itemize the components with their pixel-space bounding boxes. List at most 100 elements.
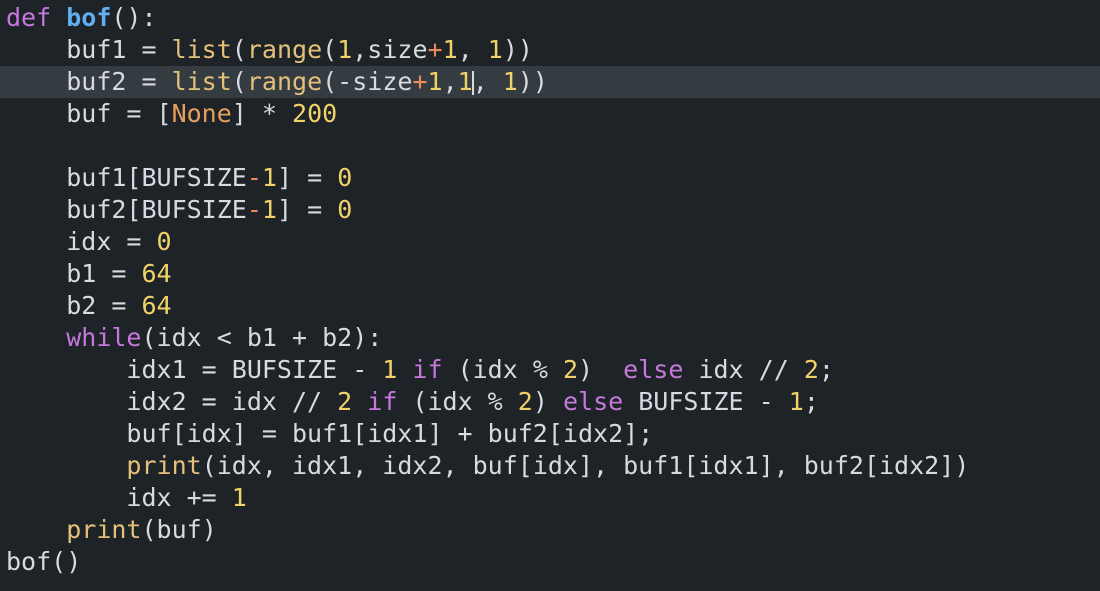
code-token: else (623, 355, 684, 384)
code-token: idx // (683, 355, 804, 384)
code-token: (buf) (141, 515, 217, 544)
code-line[interactable]: print(buf) (0, 514, 1100, 546)
code-token: (idx, idx1, idx2, buf[idx], buf1[idx1], … (201, 451, 970, 480)
code-token: + (427, 35, 443, 64)
code-line[interactable]: b1 = 64 (0, 258, 1100, 290)
code-token: if (367, 387, 398, 416)
code-token: )) (517, 67, 548, 96)
code-token: BUFSIZE - (623, 387, 789, 416)
code-token: buf2 = (66, 67, 172, 96)
code-token: buf = [ (66, 99, 172, 128)
code-token: (): (111, 3, 157, 32)
code-token: def (6, 3, 52, 32)
code-token: range (246, 67, 323, 96)
code-token: b1 = (66, 259, 142, 288)
code-line[interactable]: b2 = 64 (0, 290, 1100, 322)
code-token: buf2[BUFSIZE (66, 195, 247, 224)
code-token: range (246, 35, 323, 64)
code-token: 200 (292, 99, 338, 128)
code-token: (idx < b1 + b2): (141, 323, 383, 352)
code-token: , (457, 35, 488, 64)
code-token: 2 (517, 387, 533, 416)
code-token: 1 (457, 67, 473, 96)
code-token: idx2 = idx // (126, 387, 338, 416)
code-token: 1 (487, 35, 503, 64)
code-token: 2 (337, 387, 353, 416)
code-token: idx += (126, 483, 232, 512)
code-token: ] * (231, 99, 293, 128)
code-token: 1 (427, 67, 443, 96)
code-line[interactable]: buf = [None] * 200 (0, 98, 1100, 130)
code-token: print (66, 515, 142, 544)
code-token: )) (502, 35, 533, 64)
code-token: - (246, 195, 262, 224)
code-line[interactable]: idx1 = BUFSIZE - 1 if (idx % 2) else idx… (0, 354, 1100, 386)
code-line[interactable]: buf2[BUFSIZE-1] = 0 (0, 194, 1100, 226)
code-line[interactable]: buf[idx] = buf1[idx1] + buf2[idx2]; (0, 418, 1100, 450)
code-token: , (472, 67, 503, 96)
code-token: bof() (6, 547, 82, 576)
code-token: - (246, 163, 262, 192)
code-token: ( (231, 35, 247, 64)
code-token: (-size (322, 67, 413, 96)
code-line[interactable]: def bof(): (0, 2, 1100, 34)
code-token: bof (66, 3, 112, 32)
code-token: buf[idx] = buf1[idx1] + buf2[idx2]; (126, 419, 654, 448)
code-token: print (126, 451, 202, 480)
code-line[interactable]: buf1[BUFSIZE-1] = 0 (0, 162, 1100, 194)
code-token: list (171, 35, 232, 64)
code-token: else (562, 387, 624, 416)
code-token: 1 (382, 355, 398, 384)
code-line[interactable]: buf1 = list(range(1,size+1, 1)) (0, 34, 1100, 66)
code-token: ] = (276, 195, 338, 224)
code-token: None (171, 99, 232, 128)
code-token: ( (231, 67, 247, 96)
code-line[interactable]: while(idx < b1 + b2): (0, 322, 1100, 354)
code-token: buf1[BUFSIZE (66, 163, 247, 192)
code-token: 1 (231, 483, 247, 512)
code-token: idx1 = BUFSIZE - (126, 355, 383, 384)
code-token: 1 (261, 163, 277, 192)
code-line[interactable]: idx += 1 (0, 482, 1100, 514)
code-token: ( (322, 35, 338, 64)
code-token: 1 (337, 35, 353, 64)
code-line[interactable]: bof() (0, 546, 1100, 578)
code-token: 1 (442, 35, 458, 64)
code-token: 1 (502, 67, 518, 96)
code-line[interactable]: idx = 0 (0, 226, 1100, 258)
code-token: b2 = (66, 291, 142, 320)
code-line-current[interactable]: buf2 = list(range(-size+1,1, 1)) (0, 66, 1100, 98)
code-token: ) (578, 355, 624, 384)
code-token: , (442, 67, 458, 96)
code-token: 1 (788, 387, 804, 416)
code-token: idx = (66, 227, 157, 256)
code-token: buf1 = (66, 35, 172, 64)
code-token: ] = (276, 163, 338, 192)
code-line[interactable]: idx2 = idx // 2 if (idx % 2) else BUFSIZ… (0, 386, 1100, 418)
code-token: + (412, 67, 428, 96)
code-token: 64 (141, 259, 172, 288)
code-token: 0 (337, 163, 353, 192)
code-token: ; (818, 355, 834, 384)
code-line[interactable] (0, 130, 1100, 162)
code-editor[interactable]: def bof(): buf1 = list(range(1,size+1, 1… (0, 0, 1100, 591)
code-line[interactable]: print(idx, idx1, idx2, buf[idx], buf1[id… (0, 450, 1100, 482)
code-token: (idx % (397, 387, 518, 416)
